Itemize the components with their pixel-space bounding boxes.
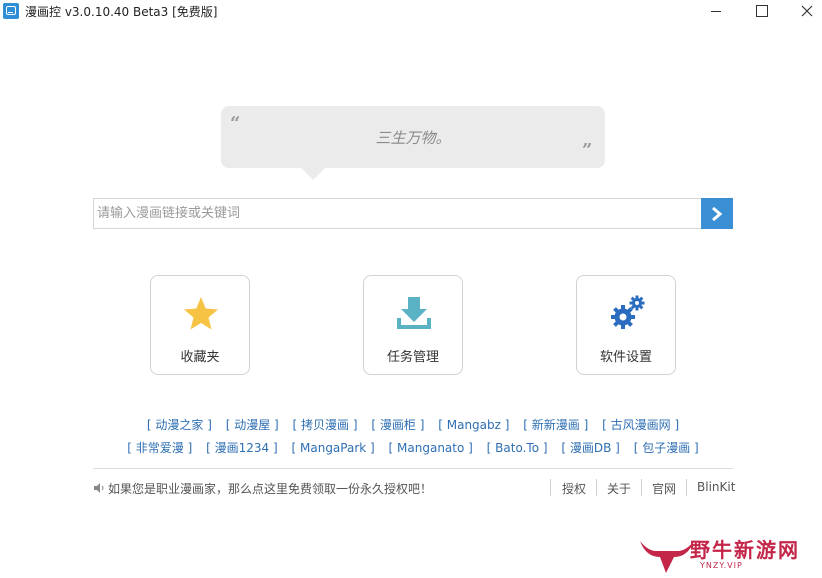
quote-text: 三生万物。: [375, 129, 451, 147]
download-icon: [397, 297, 431, 329]
source-links-row-2: [ 非常爱漫 ] [ 漫画1234 ] [ MangaPark ] [ Mang…: [93, 439, 733, 456]
source-link[interactable]: [ 漫画DB ]: [561, 439, 619, 456]
search-button[interactable]: [701, 198, 733, 229]
promo-link[interactable]: 如果您是职业漫画家，那么点这里免费领取一份永久授权吧！: [108, 480, 432, 497]
maximize-button[interactable]: [739, 0, 785, 24]
favorites-label: 收藏夹: [180, 350, 220, 365]
task-manager-tile[interactable]: 任务管理: [363, 275, 463, 375]
footer-separator: [596, 479, 597, 496]
minimize-button[interactable]: [694, 0, 740, 24]
source-link[interactable]: [ 包子漫画 ]: [634, 439, 699, 456]
source-link[interactable]: [ MangaPark ]: [292, 441, 375, 455]
search-input[interactable]: [93, 198, 702, 229]
source-link[interactable]: [ 漫画柜 ]: [371, 416, 424, 433]
source-link[interactable]: [ 动漫之家 ]: [147, 416, 212, 433]
settings-label: 软件设置: [599, 350, 652, 365]
quote-bubble-tail: [300, 167, 326, 180]
favorites-tile[interactable]: 收藏夹: [150, 275, 250, 375]
source-link[interactable]: [ 非常爱漫 ]: [127, 439, 192, 456]
blinkit-link[interactable]: BlinKit: [697, 480, 735, 494]
source-link[interactable]: [ Bato.To ]: [487, 441, 548, 455]
chevron-right-icon: [712, 207, 723, 221]
source-link[interactable]: [ Mangabz ]: [438, 418, 509, 432]
settings-tile[interactable]: 软件设置: [576, 275, 676, 375]
close-quote-mark: ”: [582, 140, 593, 161]
source-links-row-1: [ 动漫之家 ] [ 动漫屋 ] [ 拷贝漫画 ] [ 漫画柜 ] [ Mang…: [93, 416, 733, 433]
footer-separator: [686, 479, 687, 496]
title-bar: 漫画控 v3.0.10.40 Beta3 [免费版]: [0, 0, 822, 24]
gears-icon: [611, 295, 645, 329]
source-link[interactable]: [ 动漫屋 ]: [226, 416, 279, 433]
website-link[interactable]: 官网: [652, 480, 676, 497]
speaker-icon: [94, 483, 104, 493]
window-title: 漫画控 v3.0.10.40 Beta3 [免费版]: [25, 5, 218, 19]
source-link[interactable]: [ 新新漫画 ]: [523, 416, 588, 433]
close-button[interactable]: [784, 0, 822, 24]
task-manager-label: 任务管理: [386, 350, 439, 365]
source-link[interactable]: [ 古风漫画网 ]: [602, 416, 679, 433]
star-icon: [184, 297, 218, 330]
about-link[interactable]: 关于: [607, 480, 631, 497]
license-link[interactable]: 授权: [562, 480, 586, 497]
app-icon: [3, 3, 19, 19]
footer-separator: [641, 479, 642, 496]
watermark-subtext: YNZY.VIP: [700, 561, 743, 570]
source-link[interactable]: [ 拷贝漫画 ]: [293, 416, 358, 433]
close-icon: [801, 5, 813, 17]
source-link[interactable]: [ 漫画1234 ]: [206, 439, 278, 456]
footer-separator: [550, 479, 551, 496]
watermark-text: 野牛新游网: [690, 538, 800, 562]
footer-divider: [93, 468, 733, 469]
source-link[interactable]: [ Manganato ]: [389, 441, 473, 455]
